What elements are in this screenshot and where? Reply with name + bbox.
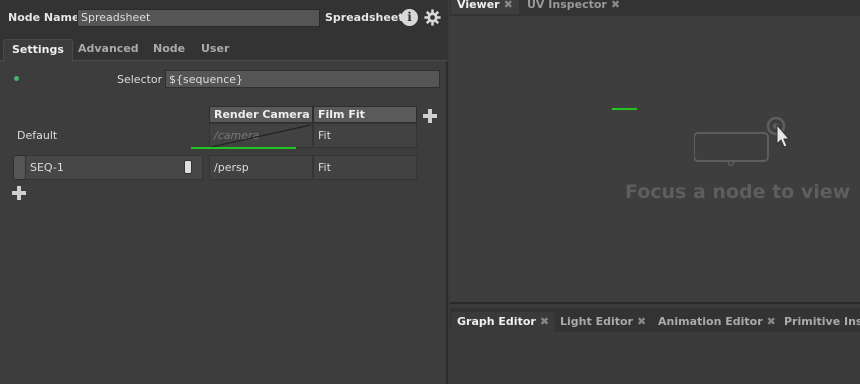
tab-viewer[interactable]: Viewer ✖: [451, 0, 519, 14]
close-icon[interactable]: ✖: [504, 0, 513, 11]
tab-animation-editor[interactable]: Animation Editor ✖: [652, 312, 782, 332]
seq-1-render-camera-cell[interactable]: /persp: [209, 155, 313, 180]
status-dot: [14, 76, 19, 81]
default-row-label: Default: [17, 129, 58, 142]
gear-icon[interactable]: [424, 9, 441, 26]
node-name-input[interactable]: Spreadsheet: [77, 9, 320, 27]
viewer-device-icon: [694, 117, 791, 167]
tab-animation-editor-label: Animation Editor: [658, 315, 763, 328]
tab-primitive-inspector[interactable]: Primitive Insp: [778, 312, 860, 332]
column-header-film-fit[interactable]: Film Fit: [313, 106, 417, 123]
node-type-label: Spreadsheet: [325, 11, 404, 24]
close-icon[interactable]: ✖: [611, 0, 620, 11]
tab-settings[interactable]: Settings: [3, 39, 73, 61]
tab-light-editor-label: Light Editor: [560, 315, 633, 328]
viewer-green-indicator: [612, 108, 637, 110]
tab-node[interactable]: Node: [145, 39, 193, 61]
selector-input[interactable]: ${sequence}: [165, 70, 440, 88]
viewer-placeholder-text: Focus a node to view: [625, 181, 851, 203]
close-icon[interactable]: ✖: [767, 315, 776, 328]
tab-user[interactable]: User: [193, 39, 237, 61]
viewer-tab-bar: Viewer ✖ UV Inspector ✖: [450, 0, 860, 16]
close-icon[interactable]: ✖: [540, 315, 549, 328]
tab-graph-editor-label: Graph Editor: [457, 315, 536, 328]
parameter-tabs: Settings Advanced Node User: [0, 35, 448, 61]
tab-graph-editor[interactable]: Graph Editor ✖: [451, 312, 556, 332]
drop-indicator: [191, 147, 296, 149]
bottom-panel: Graph Editor ✖ Light Editor ✖ Animation Ed…: [450, 302, 860, 384]
viewer-panel: Viewer ✖ UV Inspector ✖ Focus a node to vi…: [450, 0, 860, 302]
selector-label: Selector: [117, 73, 163, 86]
tab-viewer-label: Viewer: [457, 0, 500, 11]
add-column-icon[interactable]: [423, 109, 437, 123]
tab-primitive-inspector-label: Primitive Insp: [784, 315, 860, 328]
info-icon[interactable]: i: [401, 9, 418, 26]
tab-advanced[interactable]: Advanced: [70, 39, 147, 61]
tab-light-editor[interactable]: Light Editor ✖: [554, 312, 652, 332]
column-header-render-camera[interactable]: Render Camera: [209, 106, 313, 123]
seq-1-film-fit-cell[interactable]: Fit: [313, 155, 417, 180]
tab-uv-inspector-label: UV Inspector: [527, 0, 607, 11]
node-name-label: Node Name: [8, 11, 80, 24]
close-icon[interactable]: ✖: [637, 315, 646, 328]
node-parameters-panel: Node Name Spreadsheet Spreadsheet i Sett…: [0, 0, 448, 384]
row-name-seq-1[interactable]: SEQ-1: [25, 155, 203, 180]
add-row-icon[interactable]: [12, 186, 26, 200]
default-film-fit-cell[interactable]: Fit: [313, 123, 417, 148]
node-header: Node Name Spreadsheet Spreadsheet i: [0, 0, 448, 35]
tab-uv-inspector[interactable]: UV Inspector ✖: [521, 0, 626, 14]
unset-value-slash: [211, 124, 311, 148]
row-enable-toggle[interactable]: [184, 160, 192, 174]
bottom-tab-bar: Graph Editor ✖ Light Editor ✖ Animation Ed…: [450, 308, 860, 332]
